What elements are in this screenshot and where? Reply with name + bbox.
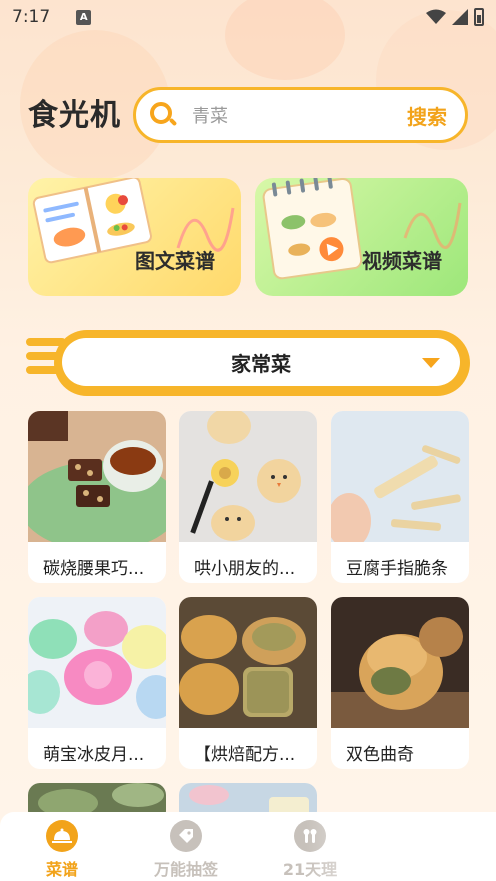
feature-card-image-recipes[interactable]: 图文菜谱	[28, 178, 241, 296]
signal-icon	[452, 9, 468, 25]
recipe-name: 萌宝冰皮月...	[43, 745, 145, 765]
video-notebook-icon	[262, 178, 462, 280]
cloche-icon	[46, 820, 78, 852]
status-bar: 7:17 A	[0, 0, 496, 34]
nav-item-recipes[interactable]: 菜谱	[2, 820, 122, 880]
tag-icon	[170, 820, 202, 852]
tools-icon	[294, 820, 326, 852]
recipe-card[interactable]: 哄小朋友的...	[179, 411, 317, 583]
recipe-card[interactable]: 【烘焙配方...	[179, 597, 317, 769]
category-selector[interactable]: 家常菜	[26, 330, 470, 396]
recipe-image	[179, 597, 317, 728]
wifi-icon	[426, 9, 446, 24]
recipe-image	[331, 411, 469, 549]
feature-card-video-recipes[interactable]: 视频菜谱	[255, 178, 468, 296]
bottom-nav: 菜谱 万能抽签 21天理	[0, 812, 496, 881]
search-button[interactable]: 搜索	[407, 101, 447, 130]
search-icon	[148, 100, 178, 130]
nav-label: 菜谱	[45, 860, 78, 879]
recipe-image	[331, 597, 469, 728]
category-selected: 家常菜	[231, 351, 291, 376]
app-logo: 食光机	[28, 98, 121, 133]
feature-label: 图文菜谱	[135, 249, 215, 273]
chevron-down-icon[interactable]	[422, 358, 440, 368]
nav-item-21days[interactable]: 21天理	[250, 820, 370, 880]
category-dropdown[interactable]: 家常菜	[62, 338, 460, 386]
recipe-name: 碳烧腰果巧...	[43, 559, 145, 579]
recipe-image	[28, 597, 166, 728]
recipe-card[interactable]: 豆腐手指脆条	[331, 411, 469, 583]
nav-item-lottery[interactable]: 万能抽签	[126, 820, 246, 880]
recipe-card[interactable]: 萌宝冰皮月...	[28, 597, 166, 769]
battery-icon	[474, 8, 484, 26]
search-input[interactable]: 青菜	[192, 102, 407, 128]
recipe-image	[179, 411, 317, 542]
search-bar[interactable]: 青菜 搜索	[133, 87, 468, 143]
feature-label: 视频菜谱	[362, 249, 442, 273]
nav-label: 万能抽签	[153, 860, 218, 879]
recipe-name: 豆腐手指脆条	[346, 559, 448, 579]
recipe-book-icon	[32, 178, 235, 264]
recipe-name: 哄小朋友的...	[194, 559, 296, 579]
recipe-card[interactable]: 碳烧腰果巧...	[28, 411, 166, 583]
status-time: 7:17	[12, 7, 51, 27]
recipe-image	[28, 411, 166, 551]
recipe-name: 【烘焙配方...	[194, 745, 296, 765]
recipe-name: 双色曲奇	[346, 745, 414, 765]
recipe-card[interactable]: 双色曲奇	[331, 597, 469, 769]
notification-icon: A	[76, 9, 92, 25]
nav-label: 21天理	[282, 860, 338, 879]
